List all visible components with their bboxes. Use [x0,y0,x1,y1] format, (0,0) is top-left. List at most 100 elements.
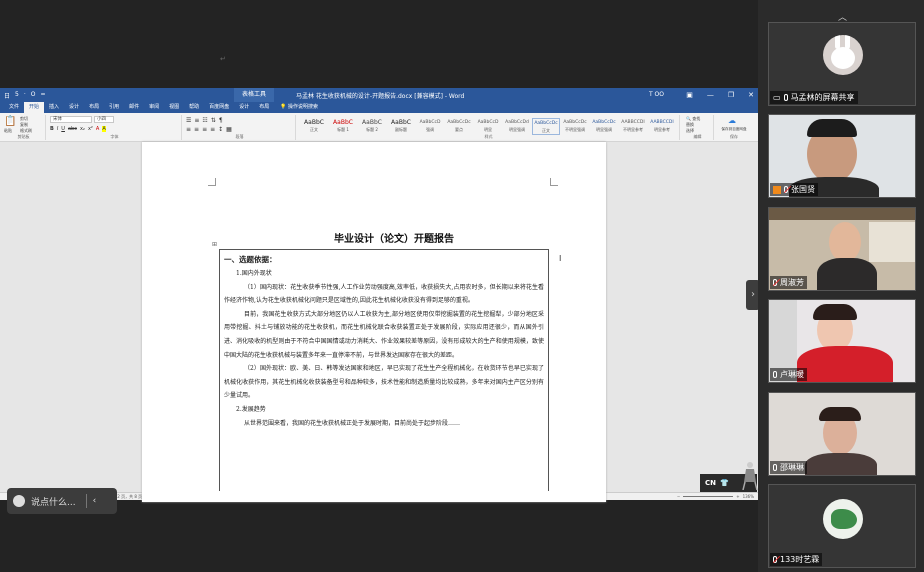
tab-baidu-netdisk[interactable]: 百度网盘 [204,102,234,113]
style-0[interactable]: AaBbC 正文 [300,118,328,133]
participant-name-tag: ▭ 马孟林的屏幕共享 [770,91,858,104]
table-tools-context-tab: 表格工具 [234,88,275,102]
participant-name: 周淑芳 [780,278,804,287]
participant-tile-5[interactable]: 133时艺霖 [768,484,916,568]
style-name: 明显强调 [509,127,525,132]
bold-button[interactable]: B [50,126,54,132]
tell-me-search[interactable]: 💡 操作说明搜索 [280,102,318,113]
participant-tile-0[interactable]: ▭ 马孟林的屏幕共享 [768,22,916,106]
style-3[interactable]: AaBbC 副标题 [387,118,415,133]
style-name: 标题 2 [366,127,378,132]
save-to-netdisk-button[interactable]: 保存到百度网盘 [718,127,750,132]
ime-indicator[interactable]: CN 👕 [700,462,758,492]
sort-icon[interactable]: ⇅ [211,117,216,124]
redo-icon[interactable]: O [31,91,36,100]
tab-view[interactable]: 视图 [164,102,184,113]
signed-in-user[interactable]: T OO [649,88,664,102]
zoom-slider[interactable] [683,496,734,497]
minimize-icon[interactable]: — [707,88,714,102]
font-name-select[interactable]: 宋体 [50,116,92,123]
document-title: 马孟林 花生收获机械的设计-开题报告.docx [兼容模式] - Word [296,92,465,100]
underline-button[interactable]: U [61,126,65,132]
bullets-icon[interactable]: ☰ [186,117,191,124]
tab-help[interactable]: 帮助 [184,102,204,113]
paste-icon[interactable]: 📋 [4,116,16,127]
participant-tile-3[interactable]: 卢琳暖 [768,299,916,383]
participant-tile-1[interactable]: 张国贤 [768,114,916,198]
cloud-icon[interactable]: ☁ [728,116,736,125]
participant-name-tag: 邵琳琳 [770,461,807,474]
subscript-button[interactable]: x₂ [80,126,85,132]
tab-file[interactable]: 文件 [4,102,24,113]
emoji-icon[interactable] [13,495,25,507]
style-4[interactable]: AaBbCcD 强调 [416,118,444,133]
style-sample: AABBCCDI [650,120,674,125]
paragraph-current: 目前，我国花生收获方式大部分地区仍以人工收获为主,部分地区使用仅带挖掘装置的花生… [224,310,544,359]
undo-icon[interactable]: 5 [15,91,19,100]
shading-icon[interactable]: ▦ [226,126,232,133]
participant-tile-2[interactable]: 周淑芳 [768,207,916,291]
style-10[interactable]: AaBbCcDc 明显强调 [590,118,618,133]
italic-button[interactable]: I [57,126,58,132]
restore-icon[interactable]: ❐ [728,88,734,102]
font-color-button[interactable]: A [96,126,99,132]
avatar [823,499,863,539]
style-1[interactable]: AaBbC 标题 1 [329,118,357,133]
style-12[interactable]: AABBCCDI 明显参考 [648,118,676,133]
tab-table-design[interactable]: 设计 [234,102,254,113]
numbering-icon[interactable]: ≡ [194,117,199,124]
close-icon[interactable]: ✕ [748,88,754,102]
style-2[interactable]: AaBbC 标题 2 [358,118,386,133]
align-center-icon[interactable]: ≡ [194,126,199,133]
justify-icon[interactable]: ≡ [210,126,215,133]
save-icon[interactable]: 日 [4,91,10,100]
show-marks-icon[interactable]: ¶ [219,117,223,124]
mic-muted-icon [773,556,777,563]
zoom-level[interactable]: 136% [743,493,754,500]
customize-qat-icon[interactable]: = [41,91,46,100]
tab-design[interactable]: 设计 [64,102,84,113]
tab-insert[interactable]: 插入 [44,102,64,113]
table-move-handle[interactable]: ⊞ [212,241,217,248]
tab-review[interactable]: 审阅 [144,102,164,113]
participant-name: 张国贤 [791,185,815,194]
ribbon-display-options-icon[interactable]: ▣ [686,88,693,102]
highlight-button[interactable]: A [102,126,106,132]
crop-mark [550,178,558,186]
style-5[interactable]: AaBbCcDc 要点 [445,118,473,133]
style-11[interactable]: AABBCCDI 不明显参考 [619,118,647,133]
tab-mailings[interactable]: 邮件 [124,102,144,113]
report-table[interactable]: 一、选题依据： 1.国内外现状 （1）国内现状：花生收获季节性强,人工作业劳动强… [219,249,549,491]
collapse-chat-icon[interactable]: ‹ [93,496,97,506]
zoom-out-icon[interactable]: − [677,493,680,500]
chat-input-bar[interactable]: 说点什么... ‹ [7,488,117,514]
style-7[interactable]: AaBbCcDd 明显强调 [503,118,531,133]
style-6[interactable]: AaBbCcD 明显 [474,118,502,133]
styles-group-label: 样式 [484,134,493,139]
participant-name-tag: 卢琳暖 [770,368,807,381]
tab-table-layout[interactable]: 布局 [254,102,274,113]
style-8[interactable]: AaBbCcDc 正文 [532,118,560,135]
mic-icon [773,371,777,378]
tab-references[interactable]: 引用 [104,102,124,113]
zoom-in-icon[interactable]: + [736,493,739,500]
font-size-select[interactable]: 小四 [94,116,114,123]
align-right-icon[interactable]: ≡ [202,126,207,133]
style-name: 不明显参考 [623,127,643,132]
mic-muted-icon [784,186,788,193]
style-9[interactable]: AaBbCcDc 不明显强调 [561,118,589,133]
font-group: 宋体 小四 B I U abc x₂ x² A A 字体 [48,115,182,140]
align-left-icon[interactable]: ≡ [186,126,191,133]
tab-layout[interactable]: 布局 [84,102,104,113]
style-sample: AaBbCcD [419,120,441,125]
line-spacing-icon[interactable]: ↕ [218,126,223,133]
multilevel-icon[interactable]: ☷ [202,117,207,124]
find-label: 查找 [692,116,701,121]
qat-separator: · [23,90,26,98]
strikethrough-button[interactable]: abc [68,126,77,132]
tab-home[interactable]: 开始 [24,102,45,113]
zoom-control: − + 136% [677,493,754,500]
superscript-button[interactable]: x² [88,126,93,132]
participant-tile-4[interactable]: 邵琳琳 [768,392,916,476]
editing-group: 🔍 查找 替换 选择 编辑 [682,115,714,140]
